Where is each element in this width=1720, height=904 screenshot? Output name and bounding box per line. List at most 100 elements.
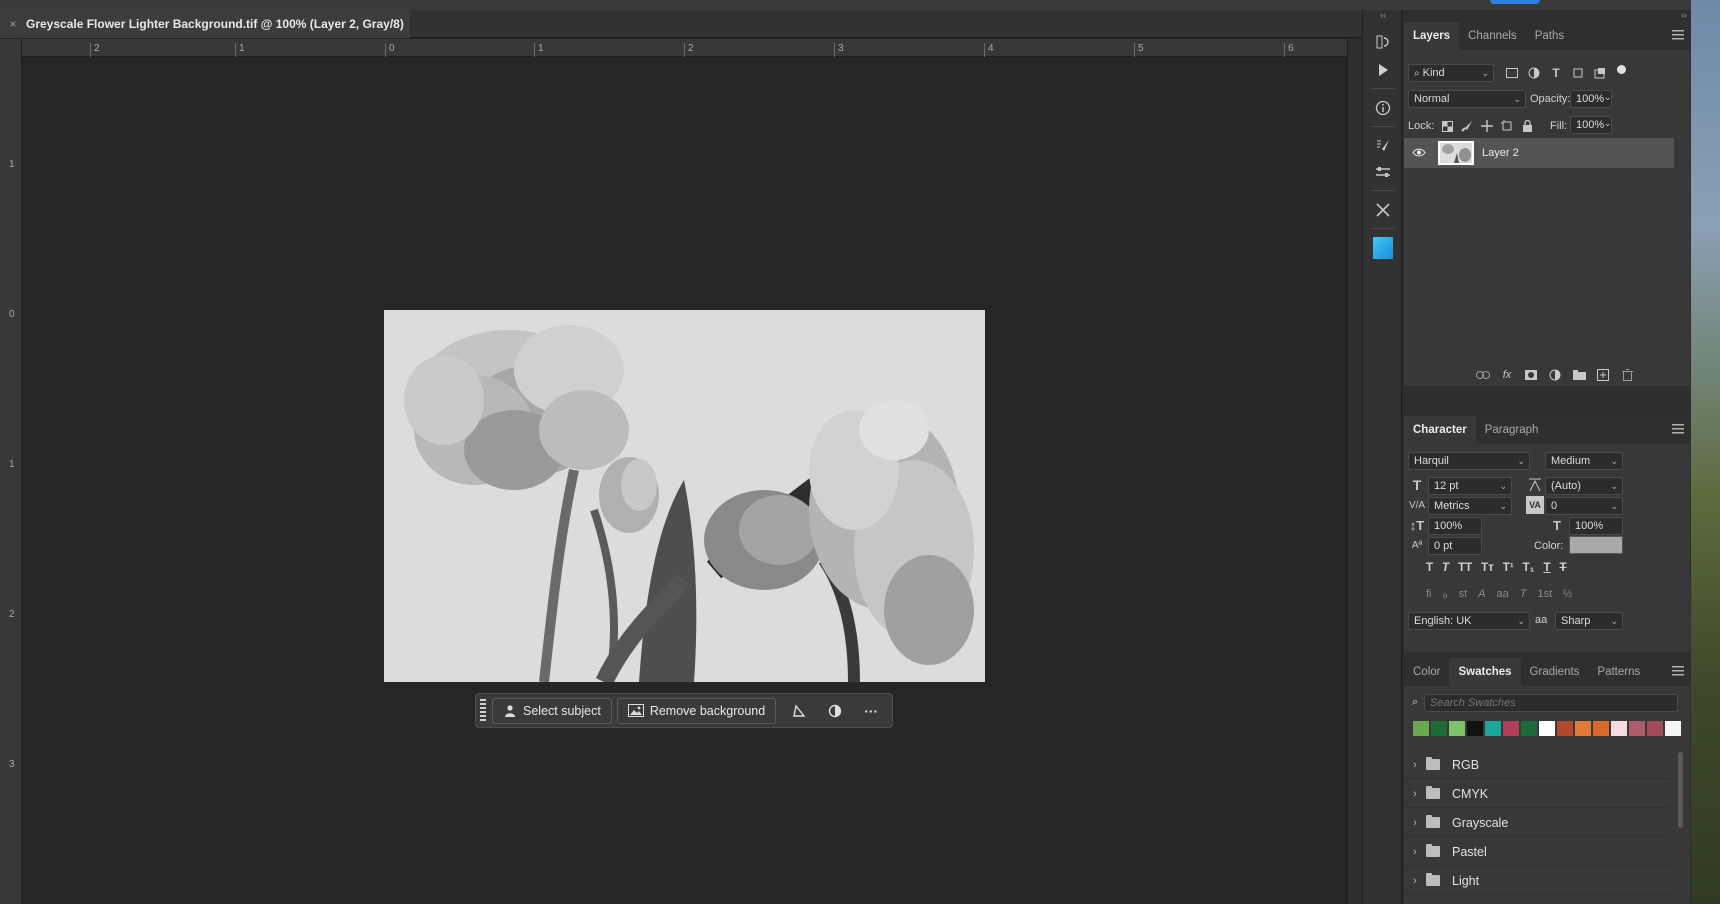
lock-move-icon[interactable] (1480, 118, 1494, 134)
antialias-select[interactable]: Sharp ⌄ (1555, 612, 1623, 630)
filter-toggle-icon[interactable] (1614, 62, 1628, 76)
faux-bold-icon[interactable]: T (1426, 562, 1433, 574)
swatch[interactable] (1665, 721, 1681, 736)
swatch[interactable] (1575, 721, 1591, 736)
swatch[interactable] (1593, 721, 1609, 736)
language-select[interactable]: English: UK ⌄ (1408, 612, 1530, 630)
filter-shape-icon[interactable] (1570, 64, 1586, 82)
vertical-scale-input[interactable]: 100% (1428, 517, 1482, 535)
swatch[interactable] (1539, 721, 1555, 736)
filter-kind-select[interactable]: ⌕ Kind ⌄ (1408, 64, 1494, 82)
tab-gradients[interactable]: Gradients (1521, 658, 1589, 686)
horizontal-scale-input[interactable]: 100% (1569, 517, 1623, 535)
collapse-icons-icon[interactable]: ‹‹ (1363, 10, 1403, 24)
swatch-group-grayscale[interactable]: › Grayscale (1404, 809, 1669, 837)
cloud-app-icon[interactable] (1373, 237, 1393, 259)
fx-icon[interactable]: fx (1498, 368, 1516, 382)
tracking-input[interactable]: 0 ⌄ (1545, 497, 1623, 515)
filter-smart-object-icon[interactable] (1592, 64, 1608, 82)
subscript-icon[interactable]: T₁ (1523, 562, 1535, 574)
swatch-group-pastel[interactable]: › Pastel (1404, 838, 1669, 866)
font-family-select[interactable]: Harquil ⌄ (1408, 452, 1530, 470)
remove-background-button[interactable]: Remove background (616, 697, 777, 724)
lock-all-icon[interactable] (1520, 118, 1534, 134)
swatch[interactable] (1413, 721, 1429, 736)
small-caps-icon[interactable]: Tт (1481, 562, 1494, 574)
horizontal-ruler[interactable]: 2 1 0 1 2 3 4 5 6 (22, 39, 1362, 57)
ligatures-icon[interactable]: fi (1426, 588, 1432, 601)
swatch-group-light[interactable]: › Light (1404, 867, 1669, 895)
collapse-panels-icon[interactable]: ›› (1681, 10, 1687, 20)
share-button-edge[interactable] (1490, 0, 1540, 4)
kerning-select[interactable]: Metrics ⌄ (1428, 497, 1512, 515)
select-subject-button[interactable]: Select subject (492, 697, 612, 724)
superscript-icon[interactable]: T¹ (1503, 562, 1514, 574)
swatch[interactable] (1467, 721, 1483, 736)
discretionary-ligatures-icon[interactable]: st (1459, 588, 1468, 601)
add-mask-icon[interactable] (1522, 368, 1540, 382)
history-icon[interactable] (1373, 32, 1393, 52)
font-size-input[interactable]: 12 pt ⌄ (1428, 477, 1512, 495)
lock-artboard-icon[interactable] (1500, 118, 1514, 134)
info-icon[interactable] (1373, 98, 1393, 118)
swatch[interactable] (1431, 721, 1447, 736)
panel-menu-icon[interactable] (1672, 30, 1684, 40)
actions-play-icon[interactable] (1373, 60, 1393, 80)
layer-row[interactable]: Layer 2 (1404, 138, 1674, 168)
more-options-icon[interactable]: ··· (853, 698, 889, 724)
visibility-eye-icon[interactable] (1408, 146, 1430, 160)
swatch[interactable] (1521, 721, 1537, 736)
swash-icon[interactable]: A (1478, 588, 1485, 601)
all-caps-icon[interactable]: TT (1458, 562, 1472, 574)
search-swatches-input[interactable] (1424, 694, 1678, 712)
swatch[interactable] (1647, 721, 1663, 736)
swatch[interactable] (1611, 721, 1627, 736)
titling-alternates-icon[interactable]: T (1520, 588, 1527, 601)
adjustments-sliders-icon[interactable] (1373, 162, 1393, 182)
tools-icon[interactable] (1373, 200, 1393, 220)
document-tab[interactable]: × Greyscale Flower Lighter Background.ti… (0, 10, 410, 38)
drag-handle-icon[interactable] (480, 698, 486, 723)
tab-swatches[interactable]: Swatches (1449, 658, 1521, 686)
flower-image[interactable] (384, 310, 985, 682)
swatch[interactable] (1485, 721, 1501, 736)
canvas-scrollbar[interactable] (1347, 39, 1362, 904)
tab-color[interactable]: Color (1404, 658, 1449, 686)
brush-settings-icon[interactable] (1373, 136, 1393, 156)
swatch[interactable] (1449, 721, 1465, 736)
swatch-group-rgb[interactable]: › RGB (1404, 751, 1669, 779)
tab-patterns[interactable]: Patterns (1588, 658, 1649, 686)
link-layers-icon[interactable] (1474, 368, 1492, 382)
crop-transform-icon[interactable] (781, 698, 817, 724)
swatch-group-cmyk[interactable]: › CMYK (1404, 780, 1669, 808)
filter-adjustment-icon[interactable] (1526, 64, 1542, 82)
blend-mode-select[interactable]: Normal ⌄ (1408, 90, 1526, 108)
text-color-swatch[interactable] (1569, 536, 1623, 554)
swatch[interactable] (1557, 721, 1573, 736)
adjustment-icon[interactable] (817, 698, 853, 724)
tab-layers[interactable]: Layers (1404, 22, 1460, 50)
panel-menu-icon[interactable] (1672, 666, 1684, 676)
lock-transparent-icon[interactable] (1440, 118, 1454, 134)
close-tab-icon[interactable]: × (0, 17, 26, 31)
panel-menu-icon[interactable] (1672, 424, 1684, 434)
strikethrough-icon[interactable]: T (1559, 562, 1566, 574)
fractions-icon[interactable]: ½ (1563, 588, 1572, 601)
fill-chevron-icon[interactable]: ⌄ (1604, 118, 1612, 129)
faux-italic-icon[interactable]: T (1442, 562, 1449, 574)
lock-brush-icon[interactable] (1460, 118, 1474, 134)
tab-channels[interactable]: Channels (1459, 22, 1526, 50)
opacity-chevron-icon[interactable]: ⌄ (1604, 92, 1612, 103)
new-group-icon[interactable] (1570, 368, 1588, 382)
filter-type-icon[interactable]: T (1548, 64, 1564, 82)
leading-input[interactable]: (Auto) ⌄ (1545, 477, 1623, 495)
contextual-alternates-icon[interactable]: ℴ (1443, 588, 1448, 601)
baseline-shift-input[interactable]: 0 pt (1428, 537, 1482, 555)
swatch[interactable] (1503, 721, 1519, 736)
delete-layer-icon[interactable] (1618, 368, 1636, 382)
font-style-select[interactable]: Medium ⌄ (1545, 452, 1623, 470)
underline-icon[interactable]: T (1543, 562, 1550, 574)
tab-character[interactable]: Character (1404, 416, 1476, 444)
swatches-scrollbar[interactable] (1678, 752, 1683, 828)
tab-paragraph[interactable]: Paragraph (1476, 416, 1548, 444)
